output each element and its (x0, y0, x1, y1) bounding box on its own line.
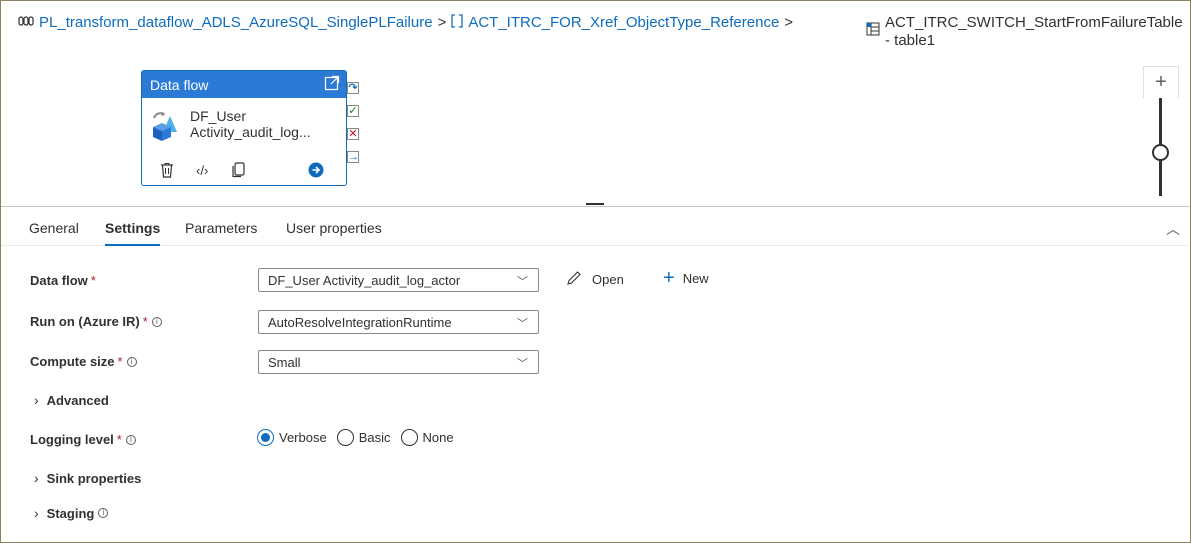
panel-resize-handle[interactable] (586, 203, 604, 205)
info-icon[interactable]: i (125, 434, 136, 445)
activity-output-ports: ↷ ✓ ✕ → (347, 82, 361, 174)
logging-label-text: Logging level (30, 432, 114, 447)
required-mark: * (142, 314, 148, 329)
pencil-icon (566, 270, 582, 289)
completion-port-icon[interactable]: → (347, 151, 359, 163)
runon-select[interactable]: AutoResolveIntegrationRuntime ﹀ (258, 310, 539, 334)
radio-label: Verbose (279, 430, 327, 445)
dataflow-label-text: Data flow (30, 273, 88, 288)
dataflow-field-label: Data flow * (30, 273, 96, 288)
activity-name-line: Activity_audit_log... (190, 124, 311, 140)
radio-unchecked-icon (336, 429, 354, 446)
runon-field-label: Run on (Azure IR) * i (30, 314, 162, 329)
activity-header: Data flow (142, 71, 346, 98)
logging-field-label: Logging level * i (30, 432, 136, 447)
new-button-label: New (682, 270, 709, 286)
chevron-right-icon: › (34, 470, 39, 486)
zoom-slider-thumb[interactable] (1152, 144, 1169, 161)
logging-radio-verbose[interactable]: Verbose (257, 429, 327, 446)
chevron-right-icon: › (34, 392, 39, 408)
sink-properties-expander[interactable]: › Sink properties (34, 470, 141, 486)
required-mark: * (90, 273, 96, 288)
compute-label-text: Compute size (30, 354, 115, 369)
breadcrumb-switch-case: - table1 (885, 32, 936, 49)
staging-expander[interactable]: › Staging i (34, 505, 109, 521)
zoom-in-button[interactable]: + (1143, 66, 1179, 98)
sink-properties-label: Sink properties (46, 470, 142, 486)
breadcrumb-separator: > (437, 14, 447, 31)
delete-icon[interactable] (160, 162, 174, 181)
open-external-icon[interactable] (324, 75, 340, 94)
open-dataflow-button[interactable]: Open (566, 270, 624, 289)
compute-select[interactable]: Small ﹀ (258, 350, 539, 374)
info-icon[interactable]: i (98, 508, 109, 518)
breadcrumb: PL_transform_dataflow_ADLS_AzureSQL_Sing… (18, 14, 1183, 64)
compute-field-label: Compute size * i (30, 354, 137, 369)
activity-name: DF_User Activity_audit_log... (190, 108, 311, 140)
dataflow-activity-card[interactable]: Data flow DF_User Activity_audit_log... … (141, 70, 347, 186)
dataflow-select-value: DF_User Activity_audit_log_actor (268, 273, 461, 288)
radio-label: None (422, 430, 454, 445)
chevron-down-icon: ﹀ (517, 276, 528, 288)
tab-settings[interactable]: Settings (105, 220, 161, 246)
staging-label: Staging (46, 505, 95, 521)
arrow-right-circle-icon[interactable] (308, 162, 324, 181)
breadcrumb-foreach-link[interactable]: ACT_ITRC_FOR_Xref_ObjectType_Reference (468, 14, 779, 31)
foreach-icon (451, 14, 463, 31)
failure-port-icon[interactable]: ✕ (347, 128, 359, 140)
new-dataflow-button[interactable]: + New (663, 267, 709, 289)
advanced-label: Advanced (46, 392, 109, 408)
runon-label-text: Run on (Azure IR) (30, 314, 140, 329)
open-button-label: Open (592, 272, 624, 287)
logging-radio-none[interactable]: None (400, 429, 454, 446)
breadcrumb-pipeline-link[interactable]: PL_transform_dataflow_ADLS_AzureSQL_Sing… (39, 14, 433, 31)
compute-select-value: Small (268, 355, 301, 370)
chevron-down-icon: ﹀ (517, 358, 528, 370)
runon-select-value: AutoResolveIntegrationRuntime (268, 315, 452, 330)
radio-unchecked-icon (400, 429, 418, 446)
required-mark: * (116, 432, 122, 447)
zoom-control: + (1143, 66, 1179, 196)
info-icon[interactable]: i (126, 356, 137, 367)
chevron-down-icon: ﹀ (517, 318, 528, 330)
plus-icon: + (663, 267, 675, 289)
advanced-expander[interactable]: › Advanced (34, 392, 109, 408)
copy-icon[interactable] (232, 162, 246, 181)
dataflow-icon (150, 110, 180, 144)
radio-label: Basic (358, 430, 391, 445)
required-mark: * (117, 354, 123, 369)
radio-checked-icon (257, 429, 274, 446)
chevron-right-icon: › (34, 505, 39, 521)
tab-general[interactable]: General (29, 220, 79, 244)
tab-parameters[interactable]: Parameters (185, 220, 257, 244)
tab-user-properties[interactable]: User properties (286, 220, 382, 244)
activity-name-line: DF_User (190, 108, 247, 124)
properties-panel: General Settings Parameters User propert… (1, 206, 1190, 542)
breadcrumb-separator: > (784, 14, 794, 31)
pipeline-icon (18, 15, 34, 30)
success-port-icon[interactable]: ✓ (347, 105, 359, 117)
switch-icon (866, 22, 880, 50)
dataflow-select[interactable]: DF_User Activity_audit_log_actor ﹀ (258, 268, 539, 292)
panel-tabs: General Settings Parameters User propert… (1, 207, 1190, 246)
breadcrumb-switch-title: ACT_ITRC_SWITCH_StartFromFailureTable (885, 14, 1183, 31)
logging-level-radio-group: Verbose Basic None (257, 429, 464, 446)
code-icon[interactable]: ‹/› (196, 163, 208, 178)
pipeline-canvas[interactable]: Data flow DF_User Activity_audit_log... … (1, 62, 1190, 202)
collapse-panel-icon[interactable]: ︿ (1166, 219, 1180, 239)
activity-type-label: Data flow (150, 76, 209, 93)
skip-port-icon[interactable]: ↷ (347, 82, 359, 94)
logging-radio-basic[interactable]: Basic (336, 429, 391, 446)
info-icon[interactable]: i (151, 316, 162, 327)
